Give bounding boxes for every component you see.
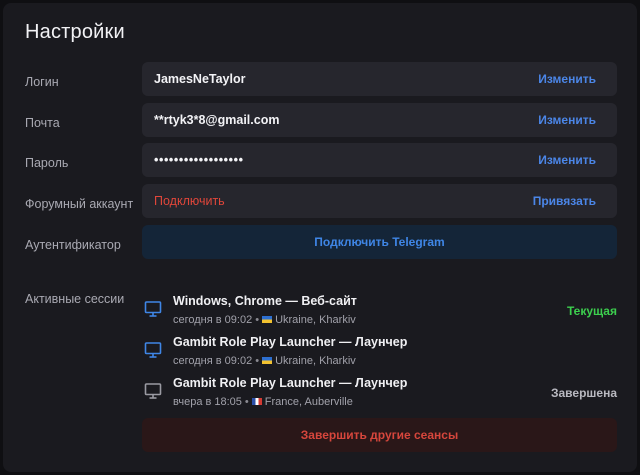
forum-account-field: Подключить Привязать <box>142 184 617 218</box>
password-label: Пароль <box>25 156 69 170</box>
session-meta: сегодня в 09:02 • Ukraine, Kharkiv <box>173 314 356 326</box>
link-forum-button[interactable]: Привязать <box>533 184 596 218</box>
session-item: Gambit Role Play Launcher — Лаунчер вчер… <box>142 376 617 414</box>
connect-telegram-button[interactable]: Подключить Telegram <box>142 225 617 259</box>
email-field: **rtyk3*8@gmail.com Изменить <box>142 103 617 137</box>
ukraine-flag-icon <box>262 316 273 323</box>
session-time: сегодня в 09:02 <box>173 355 253 367</box>
login-value: JamesNeTaylor <box>154 72 246 86</box>
forum-connect-status: Подключить <box>154 194 225 208</box>
email-label: Почта <box>25 116 60 130</box>
session-meta: сегодня в 09:02 • Ukraine, Kharkiv <box>173 355 356 367</box>
session-name: Gambit Role Play Launcher — Лаунчер <box>173 335 408 349</box>
session-status-ended: Завершена <box>550 386 617 400</box>
end-other-sessions-button[interactable]: Завершить другие сеансы <box>142 418 617 452</box>
login-label: Логин <box>25 75 59 89</box>
session-location: France, Auberville <box>264 396 353 408</box>
monitor-icon <box>144 342 162 358</box>
session-time: сегодня в 09:02 <box>173 314 253 326</box>
session-item: Windows, Chrome — Веб-сайт сегодня в 09:… <box>142 294 617 332</box>
session-location: Ukraine, Kharkiv <box>275 314 356 326</box>
settings-panel: Настройки Логин JamesNeTaylor Изменить П… <box>3 3 637 472</box>
ukraine-flag-icon <box>262 357 273 364</box>
session-name: Gambit Role Play Launcher — Лаунчер <box>173 376 408 390</box>
change-email-button[interactable]: Изменить <box>538 103 596 137</box>
password-value: •••••••••••••••••• <box>154 153 244 167</box>
session-location: Ukraine, Kharkiv <box>275 355 356 367</box>
session-meta: вчера в 18:05 • France, Auberville <box>173 396 353 408</box>
login-field: JamesNeTaylor Изменить <box>142 62 617 96</box>
sessions-label: Активные сессии <box>25 292 125 306</box>
monitor-screen <box>144 301 162 314</box>
monitor-icon <box>144 383 162 399</box>
forum-account-label: Форумный аккаунт <box>25 197 134 211</box>
session-status-current: Текущая <box>566 304 617 318</box>
password-field: •••••••••••••••••• Изменить <box>142 143 617 177</box>
change-login-button[interactable]: Изменить <box>538 62 596 96</box>
session-item: Gambit Role Play Launcher — Лаунчер сего… <box>142 335 617 373</box>
email-value: **rtyk3*8@gmail.com <box>154 113 280 127</box>
authenticator-label: Аутентификатор <box>25 238 121 252</box>
page-title: Настройки <box>25 21 125 43</box>
france-flag-icon <box>251 398 262 405</box>
session-time: вчера в 18:05 <box>173 396 242 408</box>
monitor-icon <box>144 301 162 317</box>
change-password-button[interactable]: Изменить <box>538 143 596 177</box>
session-name: Windows, Chrome — Веб-сайт <box>173 294 357 308</box>
